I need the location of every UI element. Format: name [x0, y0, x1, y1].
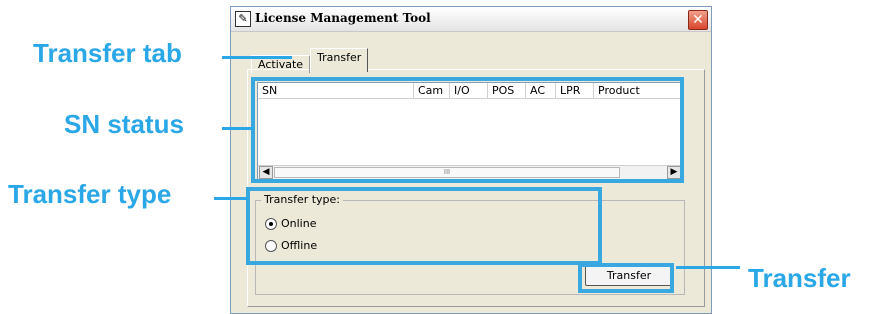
- title-bar[interactable]: ✎ License Management Tool ✕: [231, 7, 711, 32]
- window-title: License Management Tool: [255, 11, 431, 25]
- transfer-type-highlight: [246, 187, 602, 265]
- license-tool-icon: ✎: [235, 11, 251, 27]
- callout-transfer-type: Transfer type: [8, 179, 172, 209]
- callout-line-transfer-tab: [222, 56, 292, 59]
- close-icon: ✕: [692, 12, 704, 28]
- callout-line-transfer: [676, 266, 740, 269]
- transfer-button-highlight: [578, 263, 674, 293]
- close-button[interactable]: ✕: [688, 10, 708, 30]
- sn-status-highlight: [251, 77, 684, 183]
- callout-transfer-tab: Transfer tab: [33, 38, 182, 68]
- callout-sn-status: SN status: [64, 109, 184, 139]
- callout-line-sn-status: [222, 127, 254, 130]
- callout-line-transfer-type: [214, 197, 248, 200]
- tab-transfer[interactable]: Transfer: [310, 48, 369, 72]
- callout-transfer: Transfer: [748, 263, 851, 293]
